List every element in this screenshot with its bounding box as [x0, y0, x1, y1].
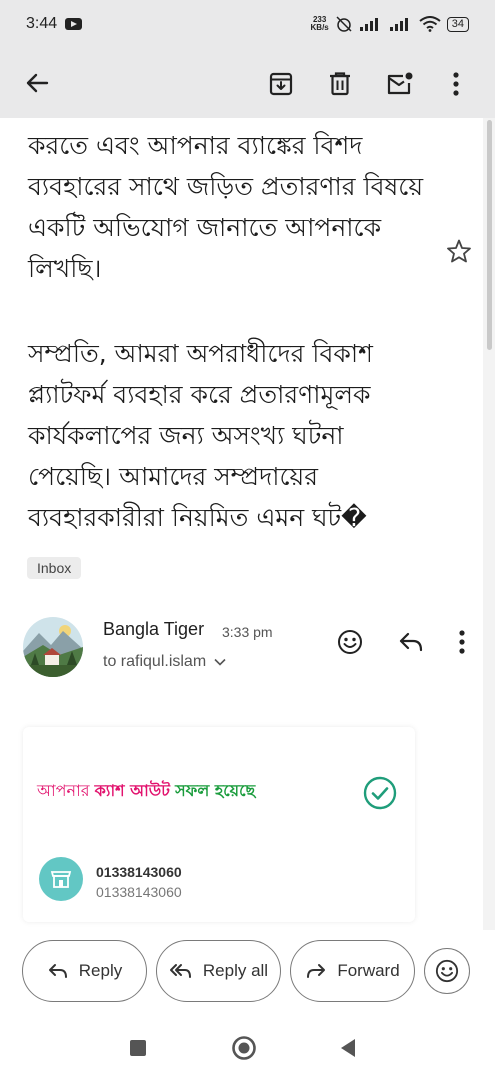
transaction-card: আপনার ক্যাশ আউট সফল হয়েছে 01338143060 0… — [23, 727, 415, 922]
sent-time: 3:33 pm — [222, 624, 273, 640]
sender-avatar[interactable] — [23, 617, 83, 677]
recipient-text: to rafiqul.islam — [103, 653, 207, 670]
scrollbar-thumb[interactable] — [487, 120, 492, 350]
success-check-icon — [363, 776, 397, 814]
mark-unread-button[interactable] — [383, 67, 417, 101]
trash-icon — [330, 72, 350, 96]
reply-button-header[interactable] — [395, 626, 427, 658]
store-icon — [39, 857, 83, 901]
star-button[interactable] — [446, 238, 472, 268]
email-paragraph: করতে এবং আপনার ব্যাঙ্কের বিশদ ব্যবহারের … — [28, 131, 424, 283]
chevron-down-icon — [214, 658, 226, 666]
circle-home-icon — [232, 1036, 256, 1060]
star-icon — [447, 239, 471, 263]
archive-icon — [269, 72, 293, 96]
email-paragraph: সম্প্রতি, আমরা অপরাধীদের বিকাশ প্ল্যাটফর… — [28, 339, 373, 532]
status-time: 3:44 — [26, 15, 58, 32]
reply-action-bar: Reply Reply all Forward — [0, 930, 495, 1012]
reply-button[interactable]: Reply — [22, 940, 147, 1002]
youtube-notification-icon — [65, 18, 83, 30]
reply-all-label: Reply all — [202, 961, 269, 980]
mark-unread-icon — [387, 72, 413, 95]
emoji-icon — [435, 959, 459, 983]
arrow-left-icon — [26, 73, 49, 93]
emoji-icon — [338, 630, 362, 654]
reply-icon — [399, 632, 423, 652]
cashout-text-part2: ক্যাশ আউট — [94, 781, 170, 800]
recipient-details-toggle[interactable]: to rafiqul.islam — [103, 653, 226, 671]
delete-button[interactable] — [323, 67, 357, 101]
cashout-text-part3: সফল হয়েছে — [175, 781, 256, 800]
message-more-button[interactable] — [450, 626, 474, 658]
wifi-icon — [419, 16, 441, 32]
more-vert-icon — [453, 72, 459, 96]
cashout-success-text: আপনার ক্যাশ আউট সফল হয়েছে — [37, 778, 255, 805]
signal-icon — [359, 18, 378, 31]
forward-icon — [307, 964, 326, 978]
status-bar: 3:44 233 KB/s 34 — [0, 0, 495, 48]
alarm-off-icon — [336, 16, 352, 32]
recents-button[interactable] — [126, 1036, 150, 1060]
email-toolbar — [0, 48, 495, 118]
system-navigation-bar — [0, 1012, 495, 1080]
reply-all-icon — [169, 964, 191, 978]
reply-label: Reply — [78, 961, 123, 980]
account-number-secondary: 01338143060 — [96, 884, 182, 900]
back-nav-button[interactable] — [336, 1036, 360, 1060]
reply-all-button[interactable]: Reply all — [156, 940, 281, 1002]
forward-label: Forward — [337, 961, 400, 980]
more-vert-icon — [459, 630, 465, 654]
reply-icon — [48, 964, 67, 978]
add-reaction-button[interactable] — [334, 626, 366, 658]
battery-indicator: 34 — [446, 16, 469, 32]
signal-icon — [389, 18, 408, 31]
sender-name: Bangla Tiger — [103, 619, 205, 639]
archive-button[interactable] — [264, 67, 298, 101]
network-speed-unit: KB/s — [310, 23, 329, 32]
triangle-back-icon — [341, 1039, 355, 1057]
react-button[interactable] — [424, 948, 470, 994]
forward-button[interactable]: Forward — [290, 940, 415, 1002]
landscape-avatar-image — [23, 617, 83, 677]
square-icon — [130, 1040, 146, 1056]
back-button[interactable] — [22, 68, 52, 98]
network-speed: 233 KB/s — [311, 16, 329, 32]
account-number: 01338143060 — [96, 864, 182, 880]
inbox-label[interactable]: Inbox — [27, 557, 82, 579]
cashout-text-part1: আপনার — [37, 781, 95, 800]
more-options-button[interactable] — [443, 67, 469, 101]
home-button[interactable] — [230, 1034, 258, 1062]
